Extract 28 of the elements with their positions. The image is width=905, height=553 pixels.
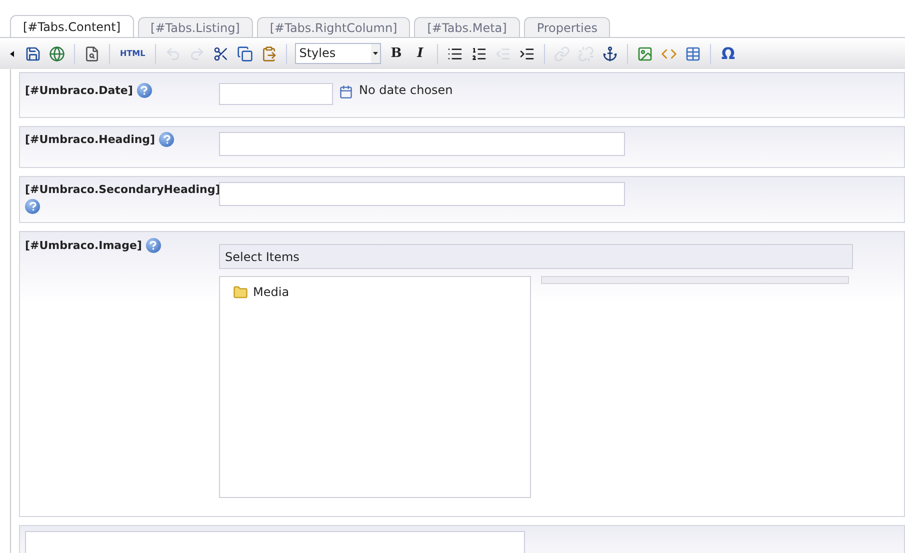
- html-button[interactable]: HTML: [116, 42, 150, 64]
- collapse-arrow-icon[interactable]: [8, 50, 16, 58]
- help-icon[interactable]: [146, 238, 161, 253]
- tab[interactable]: [#Tabs.Listing]: [138, 17, 253, 37]
- folder-icon: [233, 284, 248, 300]
- date-field[interactable]: [219, 83, 333, 105]
- picker-title: Select Items: [225, 248, 300, 266]
- tree-item[interactable]: Media: [226, 282, 524, 302]
- help-icon[interactable]: [159, 132, 174, 147]
- tab[interactable]: [#Tabs.RightColumn]: [256, 17, 410, 37]
- tab[interactable]: Properties: [524, 17, 610, 37]
- property-label: [#Umbraco.SecondaryHeading]: [25, 182, 220, 197]
- date-status: No date chosen: [359, 83, 453, 99]
- property-label: [#Umbraco.Date]: [25, 83, 133, 98]
- dropdown-value: Styles: [298, 45, 337, 62]
- tab[interactable]: [#Tabs.Meta]: [414, 17, 520, 37]
- tab[interactable]: [#Tabs.Content]: [10, 15, 134, 37]
- styles-dropdown[interactable]: Styles: [295, 43, 382, 64]
- special-character-button[interactable]: Ω: [717, 42, 740, 64]
- text-field[interactable]: [219, 132, 625, 156]
- property-label: [#Umbraco.Image]: [25, 238, 142, 253]
- help-icon[interactable]: [25, 199, 40, 214]
- calendar-icon[interactable]: [339, 85, 353, 99]
- property-label: [#Umbraco.Heading]: [25, 132, 156, 147]
- help-icon[interactable]: [136, 83, 152, 98]
- italic-button[interactable]: I: [409, 42, 432, 64]
- bold-button[interactable]: B: [385, 42, 408, 64]
- text-field[interactable]: [219, 182, 625, 206]
